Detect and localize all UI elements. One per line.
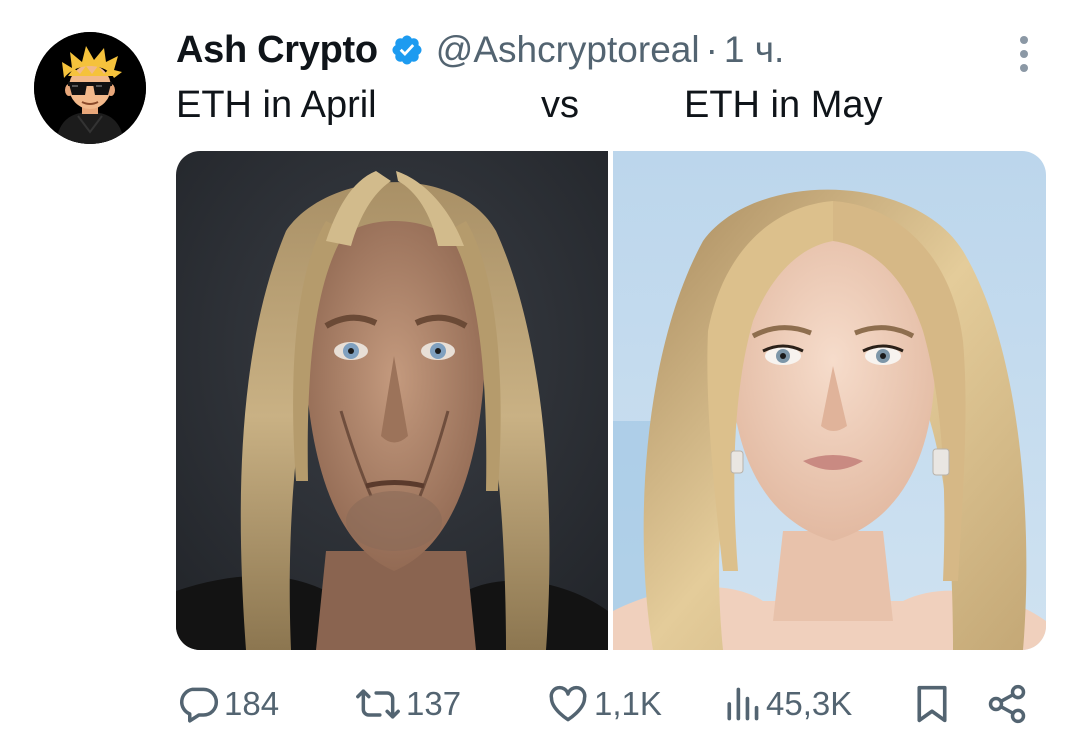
retweet-count: 137 xyxy=(406,685,462,722)
tweet-text-left: ETH in April xyxy=(176,84,377,126)
bookmark-button[interactable] xyxy=(912,682,952,726)
tweet-media[interactable] xyxy=(176,151,1046,650)
heart-icon xyxy=(546,682,590,726)
tweet-text-right: ETH in May xyxy=(684,84,883,126)
views-bar-chart-icon xyxy=(722,682,762,726)
like-count: 1,1K xyxy=(594,685,662,722)
reply-count: 184 xyxy=(224,685,280,722)
retweet-button[interactable]: 137 xyxy=(354,682,461,726)
tweet-actions: 184 137 1,1K 45,3K xyxy=(0,676,1080,732)
views-count: 45,3K xyxy=(766,685,853,722)
retweet-icon xyxy=(354,682,402,726)
media-image-right[interactable] xyxy=(613,151,1046,650)
views-button[interactable]: 45,3K xyxy=(722,682,852,726)
reply-icon xyxy=(176,682,220,726)
reply-button[interactable]: 184 xyxy=(176,682,279,726)
tweet-text-middle: vs xyxy=(541,84,579,126)
timestamp[interactable]: 1 ч. xyxy=(724,29,784,71)
share-button[interactable] xyxy=(985,682,1029,726)
tweet-header: Ash Crypto @Ashcryptoreal · 1 ч. xyxy=(176,26,784,74)
verified-badge-icon xyxy=(390,33,424,67)
separator-dot: · xyxy=(705,29,718,70)
display-name[interactable]: Ash Crypto xyxy=(176,29,378,72)
tweet[interactable]: Ash Crypto @Ashcryptoreal · 1 ч. ETH in … xyxy=(0,0,1080,749)
like-button[interactable]: 1,1K xyxy=(546,682,662,726)
avatar-image xyxy=(34,32,146,144)
avatar[interactable] xyxy=(34,32,146,144)
tweet-text: ETH in April vs ETH in May xyxy=(176,84,936,132)
more-options-button[interactable] xyxy=(1006,34,1042,74)
share-icon xyxy=(985,682,1029,726)
bookmark-icon xyxy=(912,682,952,726)
media-image-left[interactable] xyxy=(176,151,608,650)
handle[interactable]: @Ashcryptoreal xyxy=(436,29,700,71)
more-dot-icon xyxy=(1020,64,1028,72)
more-dot-icon xyxy=(1020,36,1028,44)
more-dot-icon xyxy=(1020,50,1028,58)
